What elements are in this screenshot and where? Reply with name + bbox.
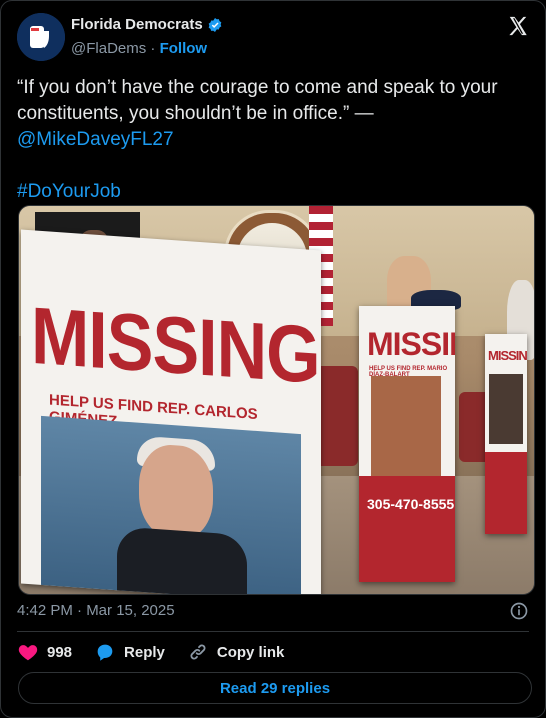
handle-row: @FlaDems · Follow	[71, 40, 207, 57]
info-icon[interactable]	[509, 601, 529, 621]
tweet-text: “If you don’t have the courage to come a…	[17, 75, 529, 205]
poster-small-band	[485, 452, 527, 534]
divider	[17, 631, 529, 632]
reply-button[interactable]: Reply	[94, 641, 165, 663]
missing-poster-large: MISSING HELP US FIND REP. CARLOS GIMÉNEZ	[21, 229, 321, 594]
reply-bubble-icon	[97, 644, 113, 661]
tweet-quote: “If you don’t have the courage to come a…	[17, 77, 503, 124]
heart-icon	[18, 645, 38, 661]
follow-button[interactable]: Follow	[160, 40, 208, 57]
poster-small-title: MISSING	[488, 348, 527, 363]
action-bar: 998 Reply Copy link	[17, 641, 306, 663]
copy-link-button[interactable]: Copy link	[187, 641, 285, 663]
photo-suit	[117, 526, 247, 594]
poster-medium-phone: 305-470-8555	[367, 496, 455, 512]
likes-count: 998	[47, 643, 73, 661]
author-name[interactable]: Florida Democrats	[71, 16, 203, 33]
read-replies-label: Read 29 replies	[219, 679, 331, 697]
avatar[interactable]	[17, 13, 65, 61]
verified-badge-icon	[208, 17, 222, 32]
timestamp[interactable]: 4:42 PM · Mar 15, 2025	[17, 602, 175, 619]
x-logo-icon[interactable]	[507, 15, 529, 37]
read-replies-button[interactable]: Read 29 replies	[18, 672, 532, 704]
mention-link[interactable]: @MikeDaveyFL27	[17, 129, 174, 150]
florida-logo-icon	[17, 13, 65, 61]
poster-large-title: MISSING	[31, 290, 320, 401]
author-name-row[interactable]: Florida Democrats	[71, 16, 223, 33]
like-button[interactable]: 998	[17, 641, 72, 663]
missing-poster-small: MISSING	[485, 334, 527, 534]
photo-face	[139, 442, 213, 542]
hashtag-link[interactable]: #DoYourJob	[17, 181, 121, 202]
copy-link-label: Copy link	[216, 643, 285, 661]
tweet-card: Florida Democrats @FlaDems · Follow “If …	[0, 0, 546, 718]
poster-small-photo	[489, 374, 523, 444]
missing-poster-medium: MISSING HELP US FIND REP. MARIO DÍAZ-BAL…	[359, 306, 455, 582]
poster-medium-photo	[371, 376, 441, 476]
separator: ·	[150, 40, 156, 57]
tweet-image[interactable]: MISSING HELP US FIND REP. CARLOS GIMÉNEZ…	[18, 205, 535, 595]
reply-label: Reply	[124, 643, 165, 661]
author-handle[interactable]: @FlaDems	[71, 40, 146, 57]
link-icon	[190, 644, 206, 660]
poster-medium-title: MISSING	[367, 326, 455, 362]
poster-medium-band	[359, 476, 455, 582]
